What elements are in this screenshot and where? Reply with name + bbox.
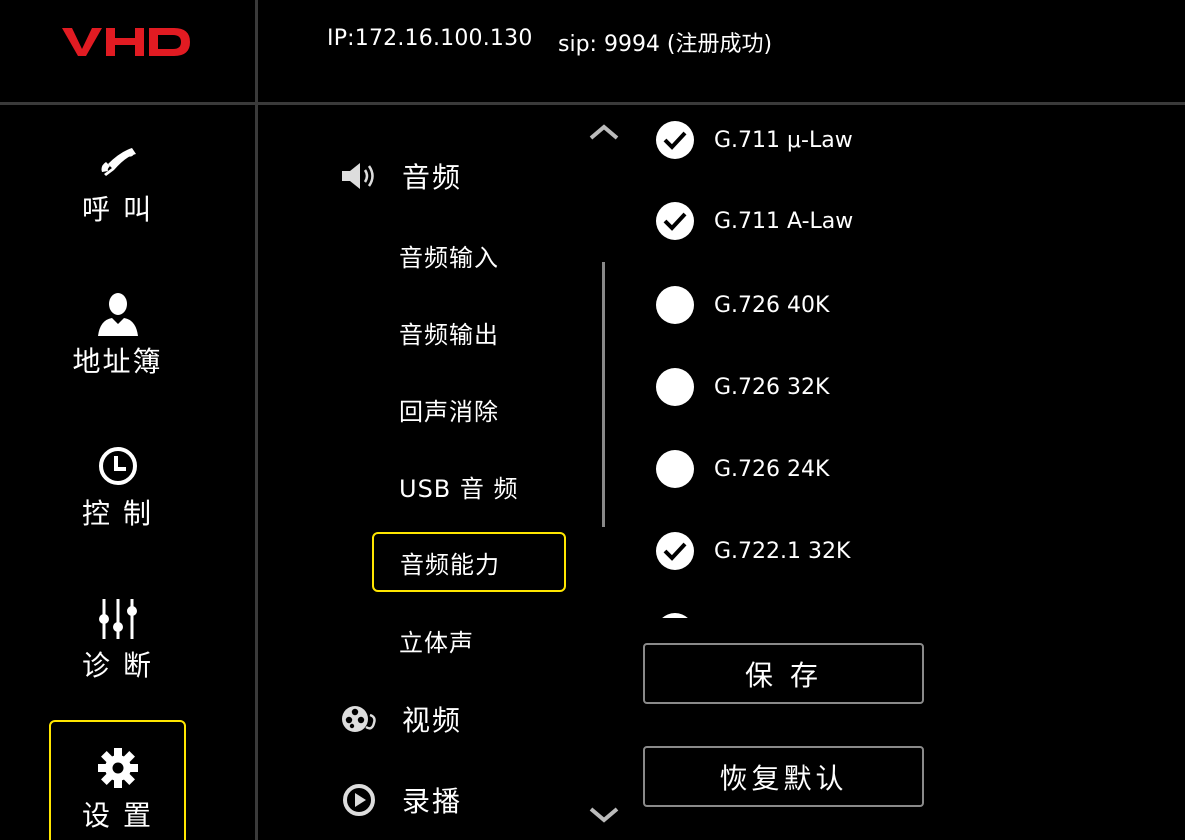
section-video[interactable]: 视频 [340,699,462,739]
section-video-label: 视频 [402,704,463,737]
person-icon [96,290,140,338]
codec-g711-ulaw[interactable]: G.711 μ-Law [656,121,853,159]
nav-call-label: 呼 叫 [82,193,153,226]
menu-scrollbar[interactable] [602,262,605,527]
horizontal-divider [0,102,1185,105]
sip-status: sip: 9994 (注册成功) [558,32,773,57]
menu-echo-cancel[interactable]: 回声消除 [399,392,499,427]
nav-diagnose-label: 诊 断 [82,649,153,682]
ip-address: IP:172.16.100.130 [327,26,533,51]
nav-contacts-label: 地址簿 [72,345,163,378]
play-circle-icon [340,783,378,817]
chevron-down-icon [589,807,619,823]
menu-audio-capability[interactable]: 音频能力 [372,532,566,592]
codec-label: G.726 40K [714,292,830,318]
menu-stereo[interactable]: 立体声 [399,623,474,658]
codec-label: G.711 μ-Law [714,127,853,153]
film-reel-icon [340,702,378,736]
vertical-divider [255,0,258,840]
codec-g7221-32k[interactable]: G.722.1 32K [656,532,850,570]
unchecked-radio-icon[interactable] [656,286,694,324]
nav-settings[interactable]: 设 置 [49,720,186,840]
codec-g726-40k[interactable]: G.726 40K [656,286,829,324]
codec-g726-24k[interactable]: G.726 24K [656,450,829,488]
codec-label: G.711 A-Law [714,208,854,234]
nav-diagnose[interactable]: 诊 断 [49,594,186,684]
nav-control-label: 控 制 [82,497,153,530]
gear-icon [96,744,140,792]
vhd-logo [62,22,192,62]
unchecked-radio-icon[interactable] [656,450,694,488]
scroll-up-button[interactable] [588,122,620,142]
codec-label: G.722.1 32K [714,538,851,564]
checked-radio-icon[interactable] [656,532,694,570]
nav-call[interactable]: 呼 叫 [49,138,186,228]
codec-g711-alaw[interactable]: G.711 A-Law [656,202,853,240]
nav-contacts[interactable]: 地址簿 [49,290,186,380]
codec-label: G.726 32K [714,374,830,400]
checked-radio-icon[interactable] [656,121,694,159]
checked-radio-icon[interactable] [656,202,694,240]
section-record[interactable]: 录播 [340,780,462,820]
save-button[interactable]: 保 存 [643,643,924,704]
phone-icon [96,138,140,186]
unchecked-radio-icon[interactable] [656,368,694,406]
section-audio[interactable]: 音频 [340,156,462,196]
speaker-icon [340,159,378,193]
codec-g726-32k[interactable]: G.726 32K [656,368,829,406]
codec-label: G.726 24K [714,456,830,482]
nav-settings-label: 设 置 [82,799,153,832]
nav-control[interactable]: 控 制 [49,442,186,532]
chevron-up-icon [589,124,619,140]
sliders-icon [96,594,140,642]
codec-list: G.711 μ-Law G.711 A-Law G.726 40K G.726 … [640,115,1000,618]
settings-screen: IP:172.16.100.130 sip: 9994 (注册成功) 呼 叫 地… [0,0,1185,840]
clock-icon [96,442,140,490]
menu-usb-audio[interactable]: USB 音 频 [399,469,519,504]
scroll-down-button[interactable] [588,805,620,825]
section-audio-label: 音频 [402,161,463,194]
unchecked-radio-icon[interactable] [656,613,694,618]
restore-default-button[interactable]: 恢复默认 [643,746,924,807]
section-record-label: 录播 [402,785,463,818]
menu-audio-input[interactable]: 音频输入 [399,238,499,273]
menu-audio-output[interactable]: 音频输出 [399,315,499,350]
codec-partial[interactable] [656,613,714,618]
